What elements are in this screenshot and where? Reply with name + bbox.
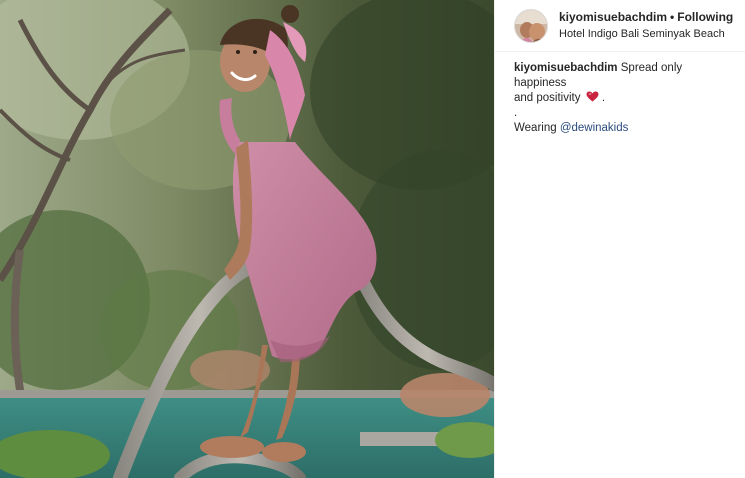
caption-wearing-text: Wearing [514,122,560,134]
post-photo[interactable] [0,0,494,478]
post-username[interactable]: kiyomisuebachdim [559,10,667,24]
caption-line2-suffix: . [598,92,606,104]
separator-dot: • [670,9,675,24]
post-location-link[interactable]: Hotel Indigo Bali Seminyak Beach [559,27,733,42]
caption-line3: . [514,107,518,119]
photo-illustration [0,0,494,478]
caption-line2: and positivity [514,92,581,104]
post-header: kiyomisuebachdim • Following Hotel Indigo … [495,0,745,52]
mention-link[interactable]: @dewinakids [560,122,629,134]
post-sidebar: kiyomisuebachdim • Following Hotel Indigo … [494,0,745,478]
caption-username[interactable]: kiyomisuebachdim [514,62,618,74]
red-heart-emoji-icon [586,91,599,102]
profile-avatar[interactable] [514,8,548,43]
post-caption: kiyomisuebachdim Spread only happiness a… [495,52,745,136]
following-button[interactable]: Following [677,10,733,24]
avatar-image [515,9,547,42]
